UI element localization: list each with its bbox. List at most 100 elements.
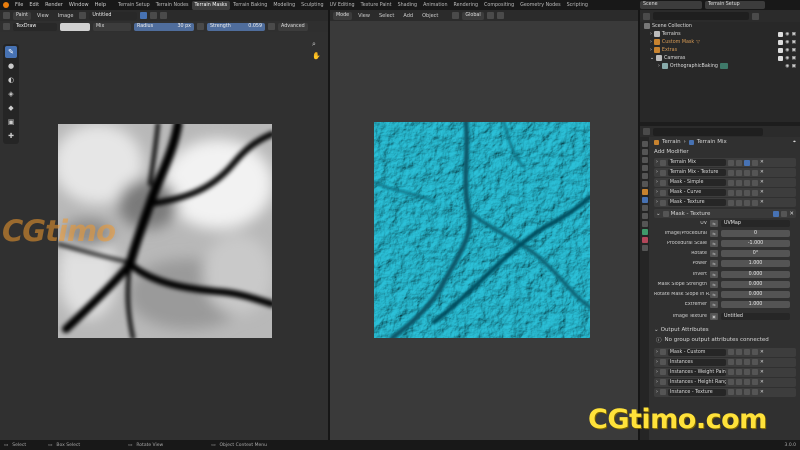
editor-type-icon[interactable]: [3, 12, 10, 19]
modifier-instance-texture[interactable]: › Instance - Texture ✕: [654, 387, 796, 397]
tab-scripting[interactable]: Scripting: [564, 1, 591, 10]
fill-tool-icon[interactable]: ◆: [5, 102, 17, 114]
hand-pan-icon[interactable]: ✋: [312, 52, 321, 60]
view-layer-tab-icon[interactable]: [641, 165, 648, 171]
modifier-instances-weight-paint[interactable]: › Instances - Weight Paint ✕: [654, 367, 796, 377]
tab-uv-editing[interactable]: UV Editing: [327, 1, 358, 10]
modifier-options-icon[interactable]: [751, 349, 758, 356]
pressure-icon[interactable]: [268, 23, 275, 30]
close-icon[interactable]: ✕: [760, 390, 764, 395]
output-tab-icon[interactable]: [641, 157, 648, 163]
viewport-menu-view[interactable]: View: [355, 13, 373, 19]
render-display-icon[interactable]: [743, 199, 750, 206]
fake-user-icon[interactable]: [140, 12, 148, 19]
node-group-icon[interactable]: [773, 210, 780, 217]
physics-tab-icon[interactable]: [641, 213, 648, 219]
modifier-name[interactable]: Mask - Simple: [667, 179, 726, 186]
edit-mode-icon[interactable]: [727, 369, 734, 376]
chevron-right-icon[interactable]: ›: [656, 350, 658, 355]
modifier-instances[interactable]: › Instances ✕: [654, 357, 796, 367]
draw-tool-icon[interactable]: ✎: [5, 46, 17, 58]
clone-tool-icon[interactable]: ◈: [5, 88, 17, 100]
chevron-right-icon[interactable]: ›: [656, 390, 658, 395]
material-tab-icon[interactable]: [641, 237, 648, 243]
close-icon[interactable]: ✕: [760, 360, 764, 365]
socket-icon[interactable]: ⇆: [710, 239, 718, 247]
modifier-options-icon[interactable]: [751, 199, 758, 206]
viewport-mode-dropdown[interactable]: Mode: [333, 11, 353, 20]
tab-terrain-setup[interactable]: Terrain Setup: [115, 1, 153, 10]
menu-render[interactable]: Render: [42, 2, 66, 8]
properties-search-input[interactable]: [653, 127, 763, 136]
eye-icon[interactable]: ◉: [785, 64, 789, 69]
viewport-display-icon[interactable]: [735, 359, 742, 366]
tab-animation[interactable]: Animation: [420, 1, 450, 10]
constraints-tab-icon[interactable]: [641, 221, 648, 227]
render-display-icon[interactable]: [743, 369, 750, 376]
modifier-name[interactable]: Instances: [667, 358, 726, 366]
eye-icon[interactable]: ◉: [785, 40, 789, 45]
close-icon[interactable]: ✕: [760, 180, 764, 185]
chevron-right-icon[interactable]: ›: [656, 160, 658, 165]
render-display-icon[interactable]: [743, 169, 750, 176]
close-icon[interactable]: ✕: [760, 170, 764, 175]
chevron-down-icon[interactable]: ⌄: [656, 211, 661, 217]
object-tab-icon[interactable]: [641, 189, 648, 195]
eye-icon[interactable]: ◉: [785, 32, 789, 37]
edit-mode-icon[interactable]: [727, 389, 734, 396]
chevron-right-icon[interactable]: ›: [656, 170, 658, 175]
menu-image[interactable]: Image: [55, 13, 77, 19]
modifier-name[interactable]: Mask - Curve: [667, 189, 726, 196]
tool-tab-icon[interactable]: [641, 141, 648, 147]
checkbox-icon[interactable]: [778, 31, 784, 37]
checkbox-icon[interactable]: [778, 39, 784, 45]
socket-icon[interactable]: ⇆: [710, 260, 718, 268]
blender-logo-icon[interactable]: [3, 2, 9, 8]
outliner-row-cameras[interactable]: ⌄ Cameras ◉ ▣: [640, 54, 800, 62]
viewport-display-icon[interactable]: [735, 199, 742, 206]
tab-modeling[interactable]: Modeling: [270, 1, 298, 10]
modifier-mask-curve[interactable]: › Mask - Curve ✕: [654, 188, 796, 197]
advanced-dropdown[interactable]: Advanced: [278, 22, 308, 31]
viewport-display-icon[interactable]: [735, 379, 742, 386]
chevron-right-icon[interactable]: ›: [656, 380, 658, 385]
data-tab-icon[interactable]: [641, 229, 648, 235]
render-display-icon[interactable]: [743, 379, 750, 386]
particles-tab-icon[interactable]: [641, 205, 648, 211]
soften-tool-icon[interactable]: ●: [5, 60, 17, 72]
param-value[interactable]: 0.000: [721, 280, 790, 288]
tab-sculpting[interactable]: Sculpting: [298, 1, 326, 10]
outliner-row-custom-mask[interactable]: › Custom Mask ▽ ◉ ▣: [640, 38, 800, 46]
viewport-display-icon[interactable]: [735, 169, 742, 176]
param-value[interactable]: 0.000: [721, 270, 790, 278]
outliner-search-input[interactable]: [653, 12, 749, 20]
chevron-down-icon[interactable]: ⌄: [650, 56, 654, 61]
outliner-row-terrains[interactable]: › Terrains ◉ ▣: [640, 30, 800, 38]
tab-terrain-baking[interactable]: Terrain Baking: [230, 1, 270, 10]
proportional-edit-icon[interactable]: [496, 12, 504, 19]
modifier-mask-custom[interactable]: › Mask - Custom ✕: [654, 347, 796, 357]
viewport-display-icon[interactable]: [735, 389, 742, 396]
viewport-display-icon[interactable]: [735, 179, 742, 186]
chevron-right-icon[interactable]: ›: [650, 48, 652, 53]
socket-icon[interactable]: ⇆: [710, 280, 718, 288]
param-value[interactable]: 1.000: [721, 260, 790, 268]
scene-selector[interactable]: Scene Terrain Setup: [640, 1, 765, 9]
image-texture-value[interactable]: Untitled: [721, 313, 790, 321]
render-tab-icon[interactable]: [641, 149, 648, 155]
viewport-display-icon[interactable]: [735, 369, 742, 376]
tab-texture-paint[interactable]: Texture Paint: [358, 1, 395, 10]
param-value[interactable]: 1.000: [721, 301, 790, 309]
mask-tool-icon[interactable]: ▣: [5, 116, 17, 128]
close-icon[interactable]: ✕: [760, 350, 764, 355]
render-display-icon[interactable]: [743, 349, 750, 356]
modifier-terrain-mix[interactable]: › Terrain Mix ✕: [654, 158, 796, 167]
edit-mode-icon[interactable]: [727, 349, 734, 356]
transform-orientation-icon[interactable]: [452, 12, 460, 19]
close-icon[interactable]: ✕: [760, 190, 764, 195]
edit-mode-icon[interactable]: [727, 359, 734, 366]
render-display-icon[interactable]: [743, 359, 750, 366]
chevron-down-icon[interactable]: ⌄: [654, 327, 659, 333]
image-browse-icon[interactable]: [79, 12, 87, 19]
param-value[interactable]: 0°: [721, 250, 790, 258]
